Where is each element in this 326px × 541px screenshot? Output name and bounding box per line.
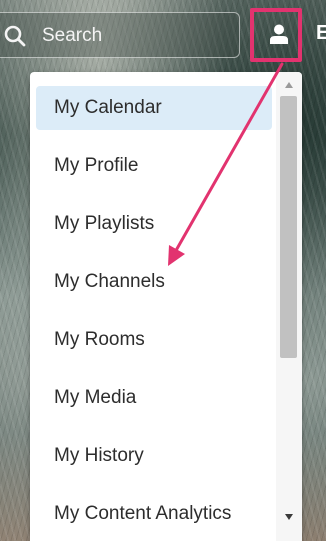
menu-item-my-profile[interactable]: My Profile xyxy=(36,144,272,188)
search-placeholder: Search xyxy=(42,25,103,46)
menu-item-my-calendar[interactable]: My Calendar xyxy=(36,86,272,130)
menu-item-my-rooms[interactable]: My Rooms xyxy=(36,318,272,362)
user-icon xyxy=(270,24,288,44)
menu-item-my-content-analytics[interactable]: My Content Analytics xyxy=(36,492,272,536)
menu-list: My Calendar My Profile My Playlists My C… xyxy=(36,86,272,541)
header-cut-text: E xyxy=(316,22,326,44)
user-menu-button[interactable] xyxy=(250,8,302,62)
search-bar[interactable]: Search xyxy=(0,12,240,58)
menu-item-my-channels[interactable]: My Channels xyxy=(36,260,272,304)
scrollbar[interactable] xyxy=(276,72,302,541)
scroll-down-arrow-icon[interactable] xyxy=(285,514,293,520)
scrollbar-thumb[interactable] xyxy=(280,96,297,358)
scroll-up-arrow-icon[interactable] xyxy=(285,82,293,88)
page-background: Search E My Calendar My Profile My Playl… xyxy=(0,0,326,541)
menu-item-my-playlists[interactable]: My Playlists xyxy=(36,202,272,246)
menu-item-my-media[interactable]: My Media xyxy=(36,376,272,420)
menu-item-my-history[interactable]: My History xyxy=(36,434,272,478)
search-icon xyxy=(4,25,26,47)
user-dropdown-menu: My Calendar My Profile My Playlists My C… xyxy=(30,72,302,541)
